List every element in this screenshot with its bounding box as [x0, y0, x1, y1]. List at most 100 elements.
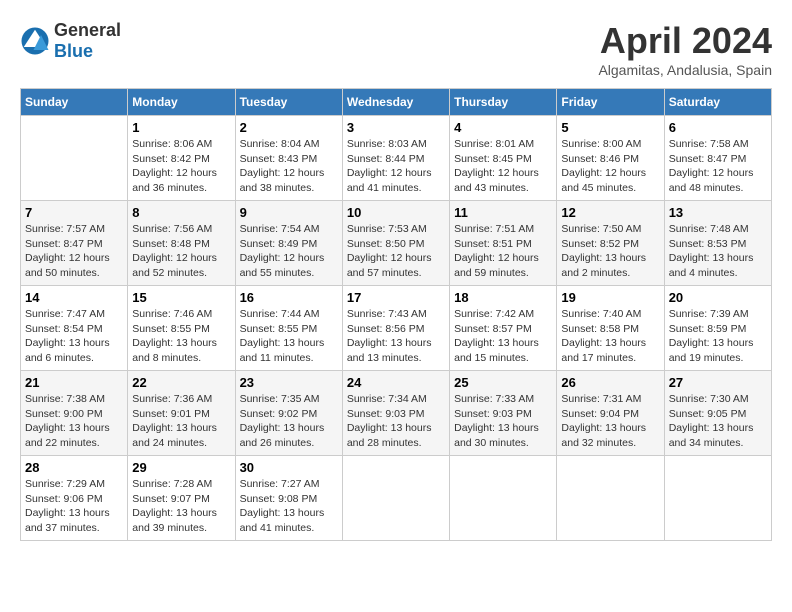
day-info: Sunrise: 7:28 AM Sunset: 9:07 PM Dayligh… [132, 477, 230, 536]
day-info: Sunrise: 7:43 AM Sunset: 8:56 PM Dayligh… [347, 307, 445, 366]
calendar-cell: 24 Sunrise: 7:34 AM Sunset: 9:03 PM Dayli… [342, 371, 449, 456]
calendar-cell: 1 Sunrise: 8:06 AM Sunset: 8:42 PM Daylig… [128, 116, 235, 201]
weekday-header-friday: Friday [557, 89, 664, 116]
weekday-header-wednesday: Wednesday [342, 89, 449, 116]
day-number: 27 [669, 375, 767, 390]
calendar-cell: 28Sunrise: 7:29 AM Sunset: 9:06 PM Dayli… [21, 456, 128, 541]
calendar-row-5: 28Sunrise: 7:29 AM Sunset: 9:06 PM Dayli… [21, 456, 772, 541]
calendar-cell: 4 Sunrise: 8:01 AM Sunset: 8:45 PM Daylig… [450, 116, 557, 201]
logo-general-text: General [54, 20, 121, 40]
day-info: Sunrise: 7:50 AM Sunset: 8:52 PM Dayligh… [561, 222, 659, 281]
day-number: 11 [454, 205, 552, 220]
day-info: Sunrise: 7:36 AM Sunset: 9:01 PM Dayligh… [132, 392, 230, 451]
calendar-cell: 9Sunrise: 7:54 AM Sunset: 8:49 PM Daylig… [235, 201, 342, 286]
weekday-header-sunday: Sunday [21, 89, 128, 116]
day-info: Sunrise: 7:34 AM Sunset: 9:03 PM Dayligh… [347, 392, 445, 451]
day-number: 28 [25, 460, 123, 475]
day-info: Sunrise: 8:01 AM Sunset: 8:45 PM Dayligh… [454, 137, 552, 196]
calendar-cell: 12Sunrise: 7:50 AM Sunset: 8:52 PM Dayli… [557, 201, 664, 286]
month-title: April 2024 [598, 20, 772, 62]
day-info: Sunrise: 7:38 AM Sunset: 9:00 PM Dayligh… [25, 392, 123, 451]
day-number: 7 [25, 205, 123, 220]
calendar-cell [664, 456, 771, 541]
calendar-cell: 22 Sunrise: 7:36 AM Sunset: 9:01 PM Dayli… [128, 371, 235, 456]
calendar-cell: 18Sunrise: 7:42 AM Sunset: 8:57 PM Dayli… [450, 286, 557, 371]
calendar-cell: 19 Sunrise: 7:40 AM Sunset: 8:58 PM Dayli… [557, 286, 664, 371]
calendar-cell: 15Sunrise: 7:46 AM Sunset: 8:55 PM Dayli… [128, 286, 235, 371]
day-number: 13 [669, 205, 767, 220]
calendar-cell: 26 Sunrise: 7:31 AM Sunset: 9:04 PM Dayli… [557, 371, 664, 456]
day-number: 17 [347, 290, 445, 305]
calendar-cell: 27Sunrise: 7:30 AM Sunset: 9:05 PM Dayli… [664, 371, 771, 456]
day-info: Sunrise: 7:53 AM Sunset: 8:50 PM Dayligh… [347, 222, 445, 281]
calendar-cell: 20Sunrise: 7:39 AM Sunset: 8:59 PM Dayli… [664, 286, 771, 371]
calendar-row-1: 1 Sunrise: 8:06 AM Sunset: 8:42 PM Daylig… [21, 116, 772, 201]
day-info: Sunrise: 7:35 AM Sunset: 9:02 PM Dayligh… [240, 392, 338, 451]
day-number: 5 [561, 120, 659, 135]
calendar-cell: 29 Sunrise: 7:28 AM Sunset: 9:07 PM Dayli… [128, 456, 235, 541]
day-number: 25 [454, 375, 552, 390]
day-number: 23 [240, 375, 338, 390]
day-number: 21 [25, 375, 123, 390]
day-number: 16 [240, 290, 338, 305]
calendar-row-2: 7 Sunrise: 7:57 AM Sunset: 8:47 PM Daylig… [21, 201, 772, 286]
day-number: 26 [561, 375, 659, 390]
calendar-cell: 17 Sunrise: 7:43 AM Sunset: 8:56 PM Dayli… [342, 286, 449, 371]
logo: General Blue [20, 20, 121, 62]
day-info: Sunrise: 7:56 AM Sunset: 8:48 PM Dayligh… [132, 222, 230, 281]
day-info: Sunrise: 8:00 AM Sunset: 8:46 PM Dayligh… [561, 137, 659, 196]
weekday-header-tuesday: Tuesday [235, 89, 342, 116]
day-number: 18 [454, 290, 552, 305]
day-number: 1 [132, 120, 230, 135]
calendar-cell: 8 Sunrise: 7:56 AM Sunset: 8:48 PM Daylig… [128, 201, 235, 286]
calendar-cell [450, 456, 557, 541]
calendar-cell: 30 Sunrise: 7:27 AM Sunset: 9:08 PM Dayli… [235, 456, 342, 541]
logo-blue-text: Blue [54, 41, 93, 61]
day-info: Sunrise: 7:46 AM Sunset: 8:55 PM Dayligh… [132, 307, 230, 366]
calendar-cell: 21 Sunrise: 7:38 AM Sunset: 9:00 PM Dayli… [21, 371, 128, 456]
day-number: 30 [240, 460, 338, 475]
weekday-header-thursday: Thursday [450, 89, 557, 116]
page-header: General Blue April 2024 Algamitas, Andal… [20, 20, 772, 78]
day-info: Sunrise: 8:04 AM Sunset: 8:43 PM Dayligh… [240, 137, 338, 196]
day-info: Sunrise: 7:31 AM Sunset: 9:04 PM Dayligh… [561, 392, 659, 451]
day-info: Sunrise: 7:57 AM Sunset: 8:47 PM Dayligh… [25, 222, 123, 281]
day-info: Sunrise: 7:51 AM Sunset: 8:51 PM Dayligh… [454, 222, 552, 281]
calendar-cell [21, 116, 128, 201]
calendar-cell: 2 Sunrise: 8:04 AM Sunset: 8:43 PM Daylig… [235, 116, 342, 201]
day-number: 22 [132, 375, 230, 390]
weekday-header-monday: Monday [128, 89, 235, 116]
calendar-cell: 23 Sunrise: 7:35 AM Sunset: 9:02 PM Dayli… [235, 371, 342, 456]
day-number: 2 [240, 120, 338, 135]
calendar-cell: 25 Sunrise: 7:33 AM Sunset: 9:03 PM Dayli… [450, 371, 557, 456]
calendar-row-3: 14 Sunrise: 7:47 AM Sunset: 8:54 PM Dayli… [21, 286, 772, 371]
weekday-header-row: SundayMondayTuesdayWednesdayThursdayFrid… [21, 89, 772, 116]
day-number: 8 [132, 205, 230, 220]
calendar-cell: 6Sunrise: 7:58 AM Sunset: 8:47 PM Daylig… [664, 116, 771, 201]
day-number: 4 [454, 120, 552, 135]
day-number: 9 [240, 205, 338, 220]
day-number: 10 [347, 205, 445, 220]
day-number: 24 [347, 375, 445, 390]
calendar-cell [557, 456, 664, 541]
day-number: 6 [669, 120, 767, 135]
day-info: Sunrise: 8:03 AM Sunset: 8:44 PM Dayligh… [347, 137, 445, 196]
calendar-cell: 5 Sunrise: 8:00 AM Sunset: 8:46 PM Daylig… [557, 116, 664, 201]
day-info: Sunrise: 7:47 AM Sunset: 8:54 PM Dayligh… [25, 307, 123, 366]
location-subtitle: Algamitas, Andalusia, Spain [598, 62, 772, 78]
calendar-cell: 11 Sunrise: 7:51 AM Sunset: 8:51 PM Dayli… [450, 201, 557, 286]
day-number: 29 [132, 460, 230, 475]
day-number: 14 [25, 290, 123, 305]
calendar-cell [342, 456, 449, 541]
calendar-row-4: 21 Sunrise: 7:38 AM Sunset: 9:00 PM Dayli… [21, 371, 772, 456]
day-info: Sunrise: 7:33 AM Sunset: 9:03 PM Dayligh… [454, 392, 552, 451]
calendar-table: SundayMondayTuesdayWednesdayThursdayFrid… [20, 88, 772, 541]
day-info: Sunrise: 7:27 AM Sunset: 9:08 PM Dayligh… [240, 477, 338, 536]
day-number: 3 [347, 120, 445, 135]
day-number: 19 [561, 290, 659, 305]
day-info: Sunrise: 8:06 AM Sunset: 8:42 PM Dayligh… [132, 137, 230, 196]
day-info: Sunrise: 7:40 AM Sunset: 8:58 PM Dayligh… [561, 307, 659, 366]
day-info: Sunrise: 7:39 AM Sunset: 8:59 PM Dayligh… [669, 307, 767, 366]
calendar-cell: 13Sunrise: 7:48 AM Sunset: 8:53 PM Dayli… [664, 201, 771, 286]
calendar-cell: 7 Sunrise: 7:57 AM Sunset: 8:47 PM Daylig… [21, 201, 128, 286]
